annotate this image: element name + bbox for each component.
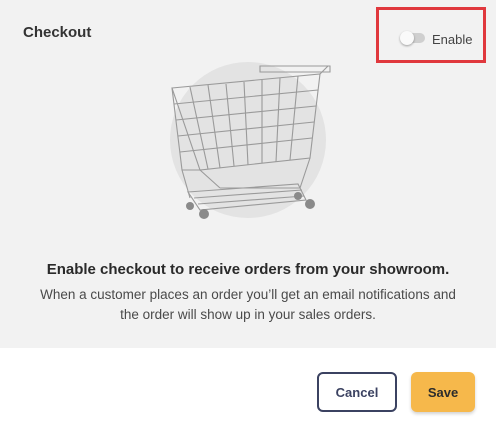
- empty-state-description: When a customer places an order you’ll g…: [20, 285, 476, 325]
- toggle-knob: [400, 31, 414, 45]
- cancel-button[interactable]: Cancel: [317, 372, 397, 412]
- page-title: Checkout: [23, 24, 92, 41]
- enable-toggle-label[interactable]: Enable: [432, 32, 472, 47]
- enable-toggle[interactable]: [400, 31, 425, 45]
- empty-state-headline: Enable checkout to receive orders from y…: [46, 261, 450, 278]
- description-line: When a customer places an order you’ll g…: [40, 287, 456, 302]
- save-button[interactable]: Save: [411, 372, 475, 412]
- description-line: the order will show up in your sales ord…: [120, 307, 376, 322]
- shopping-cart-icon: [170, 62, 331, 219]
- checkout-panel: Checkout Enable Enable checkout to recei…: [0, 0, 496, 348]
